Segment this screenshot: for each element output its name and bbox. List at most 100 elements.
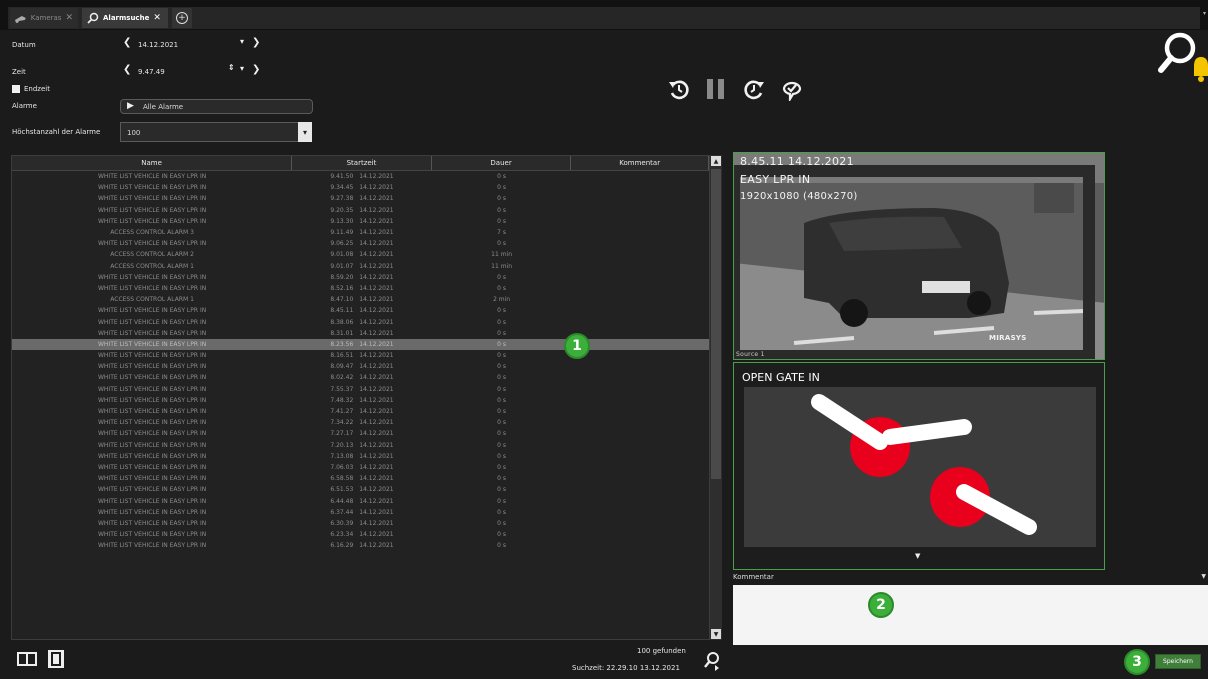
rewind-icon[interactable] bbox=[667, 77, 691, 101]
search-icon[interactable] bbox=[1158, 30, 1208, 84]
alarms-select[interactable]: ▶ Alle Alarme bbox=[120, 99, 313, 114]
close-icon[interactable]: ✕ bbox=[65, 13, 73, 23]
split-view-icon[interactable] bbox=[17, 652, 37, 666]
chevron-down-icon[interactable]: ▼ bbox=[915, 552, 920, 560]
cell-start-date: 14.12.2021 bbox=[359, 508, 394, 516]
table-row[interactable]: WHITE LIST VEHICLE IN EASY LPR IN 6.51.53… bbox=[12, 484, 709, 495]
alarm-ack-icon[interactable] bbox=[780, 77, 804, 101]
chevron-down-icon[interactable]: ▾ bbox=[1203, 10, 1206, 17]
table-scrollbar[interactable]: ▲ ▼ bbox=[710, 155, 722, 640]
time-prev-button[interactable]: ❮ bbox=[123, 64, 131, 75]
chevron-down-icon[interactable]: ▼ bbox=[1201, 573, 1206, 580]
add-tab-button[interactable]: + bbox=[172, 8, 192, 28]
table-row[interactable]: WHITE LIST VEHICLE IN EASY LPR IN 8.45.11… bbox=[12, 305, 709, 316]
table-row[interactable]: ACCESS CONTROL ALARM 3 9.11.49 14.12.2021 7… bbox=[12, 227, 709, 238]
cell-start-date: 14.12.2021 bbox=[359, 519, 394, 527]
table-row[interactable]: ACCESS CONTROL ALARM 2 9.01.08 14.12.2021 1… bbox=[12, 249, 709, 260]
time-field[interactable]: 9.47.49 bbox=[138, 68, 165, 76]
table-row[interactable]: WHITE LIST VEHICLE IN EASY LPR IN 9.41.50… bbox=[12, 171, 709, 182]
table-row[interactable]: WHITE LIST VEHICLE IN EASY LPR IN 7.34.22… bbox=[12, 417, 709, 428]
endtime-checkbox[interactable] bbox=[12, 85, 20, 93]
tab-cameras[interactable]: Kameras ✕ bbox=[10, 8, 78, 28]
table-row[interactable]: WHITE LIST VEHICLE IN EASY LPR IN 7.20.13… bbox=[12, 440, 709, 451]
cell-name: WHITE LIST VEHICLE IN EASY LPR IN bbox=[97, 419, 207, 427]
cell-name: ACCESS CONTROL ALARM 3 bbox=[110, 229, 194, 237]
comment-textarea[interactable] bbox=[733, 585, 1208, 645]
table-row[interactable]: WHITE LIST VEHICLE IN EASY LPR IN 9.34.45… bbox=[12, 182, 709, 193]
table-row[interactable]: WHITE LIST VEHICLE IN EASY LPR IN 8.16.51… bbox=[12, 350, 709, 361]
time-dropdown-icon[interactable]: ▾ bbox=[240, 64, 244, 73]
cell-start: 7.20.13 14.12.2021 bbox=[292, 442, 432, 449]
table-row[interactable]: WHITE LIST VEHICLE IN EASY LPR IN 7.13.08… bbox=[12, 451, 709, 462]
table-row[interactable]: WHITE LIST VEHICLE IN EASY LPR IN 8.23.56… bbox=[12, 338, 709, 350]
table-row[interactable]: WHITE LIST VEHICLE IN EASY LPR IN 8.09.47… bbox=[12, 361, 709, 372]
cell-duration: 0 s bbox=[497, 352, 507, 360]
time-next-button[interactable]: ❯ bbox=[252, 64, 260, 75]
table-row[interactable]: WHITE LIST VEHICLE IN EASY LPR IN 9.06.25… bbox=[12, 238, 709, 249]
scroll-up-icon[interactable]: ▲ bbox=[711, 156, 721, 166]
scroll-down-icon[interactable]: ▼ bbox=[711, 629, 721, 639]
cell-duration: 7 s bbox=[497, 229, 507, 237]
table-row[interactable]: WHITE LIST VEHICLE IN EASY LPR IN 7.55.37… bbox=[12, 384, 709, 395]
table-row[interactable]: WHITE LIST VEHICLE IN EASY LPR IN 7.27.17… bbox=[12, 428, 709, 439]
cell-name: ACCESS CONTROL ALARM 1 bbox=[110, 262, 194, 270]
video-preview[interactable]: 8.45.11 14.12.2021 EASY LPR IN 1920x1080… bbox=[733, 152, 1105, 360]
table-header: Name Startzeit Dauer Kommentar bbox=[12, 156, 709, 171]
cell-duration: 0 s bbox=[497, 430, 507, 438]
close-icon[interactable]: ✕ bbox=[153, 13, 161, 23]
table-row[interactable]: WHITE LIST VEHICLE IN EASY LPR IN 8.31.01… bbox=[12, 328, 709, 339]
date-dropdown-icon[interactable]: ▾ bbox=[240, 37, 244, 46]
open-gate-icon[interactable] bbox=[744, 387, 1096, 547]
column-header-start[interactable]: Startzeit bbox=[292, 156, 432, 170]
table-row[interactable]: WHITE LIST VEHICLE IN EASY LPR IN 7.48.32… bbox=[12, 395, 709, 406]
cell-start-time: 7.27.17 bbox=[330, 430, 354, 438]
column-header-name[interactable]: Name bbox=[12, 156, 293, 170]
cell-start: 6.37.44 14.12.2021 bbox=[292, 509, 432, 516]
table-row[interactable]: WHITE LIST VEHICLE IN EASY LPR IN 8.59.20… bbox=[12, 272, 709, 283]
table-row[interactable]: WHITE LIST VEHICLE IN EASY LPR IN 6.16.29… bbox=[12, 540, 709, 551]
time-spinner-icon[interactable]: ⇕ bbox=[228, 63, 235, 72]
cell-start: 9.13.30 14.12.2021 bbox=[292, 218, 432, 225]
table-row[interactable]: WHITE LIST VEHICLE IN EASY LPR IN 6.58.58… bbox=[12, 473, 709, 484]
save-button[interactable]: Speichern bbox=[1155, 654, 1201, 669]
pause-icon[interactable] bbox=[704, 77, 728, 101]
cell-start: 9.01.08 14.12.2021 bbox=[292, 251, 432, 258]
table-row[interactable]: WHITE LIST VEHICLE IN EASY LPR IN 9.27.38… bbox=[12, 193, 709, 204]
forward-icon[interactable] bbox=[742, 77, 766, 101]
cell-start-date: 14.12.2021 bbox=[359, 363, 394, 371]
tab-alarm-search[interactable]: Alarmsuche ✕ bbox=[82, 8, 168, 28]
table-row[interactable]: WHITE LIST VEHICLE IN EASY LPR IN 7.41.27… bbox=[12, 406, 709, 417]
table-row[interactable]: WHITE LIST VEHICLE IN EASY LPR IN 6.37.44… bbox=[12, 507, 709, 518]
scrollbar-thumb[interactable] bbox=[711, 169, 721, 479]
cell-name: WHITE LIST VEHICLE IN EASY LPR IN bbox=[97, 408, 207, 416]
cell-start-time: 6.37.44 bbox=[330, 508, 354, 516]
table-row[interactable]: ACCESS CONTROL ALARM 1 9.01.07 14.12.2021 1… bbox=[12, 261, 709, 272]
table-row[interactable]: WHITE LIST VEHICLE IN EASY LPR IN 9.13.30… bbox=[12, 216, 709, 227]
search-icon[interactable] bbox=[703, 651, 721, 671]
maxcount-select[interactable]: 100 bbox=[120, 122, 300, 142]
table-row[interactable]: WHITE LIST VEHICLE IN EASY LPR IN 7.06.03… bbox=[12, 462, 709, 473]
cell-duration: 0 s bbox=[497, 519, 507, 527]
cell-duration: 0 s bbox=[497, 240, 507, 248]
table-row[interactable]: ACCESS CONTROL ALARM 1 8.47.10 14.12.2021 2… bbox=[12, 294, 709, 305]
single-view-icon[interactable] bbox=[48, 650, 64, 668]
date-field[interactable]: 14.12.2021 bbox=[138, 41, 178, 49]
cell-duration: 0 s bbox=[497, 273, 507, 281]
maxcount-dropdown-button[interactable]: ▾ bbox=[298, 122, 312, 142]
cell-duration: 0 s bbox=[497, 195, 507, 203]
table-row[interactable]: WHITE LIST VEHICLE IN EASY LPR IN 8.52.16… bbox=[12, 283, 709, 294]
table-row[interactable]: WHITE LIST VEHICLE IN EASY LPR IN 6.23.34… bbox=[12, 529, 709, 540]
table-row[interactable]: WHITE LIST VEHICLE IN EASY LPR IN 8.02.42… bbox=[12, 372, 709, 383]
date-prev-button[interactable]: ❮ bbox=[123, 37, 131, 48]
column-header-duration[interactable]: Dauer bbox=[432, 156, 572, 170]
column-header-comment[interactable]: Kommentar bbox=[571, 156, 709, 170]
table-row[interactable]: WHITE LIST VEHICLE IN EASY LPR IN 9.20.35… bbox=[12, 205, 709, 216]
table-row[interactable]: WHITE LIST VEHICLE IN EASY LPR IN 6.44.48… bbox=[12, 495, 709, 506]
table-row[interactable]: WHITE LIST VEHICLE IN EASY LPR IN 6.30.39… bbox=[12, 518, 709, 529]
cell-start-date: 14.12.2021 bbox=[359, 173, 394, 181]
date-next-button[interactable]: ❯ bbox=[252, 37, 260, 48]
table-row[interactable]: WHITE LIST VEHICLE IN EASY LPR IN 8.38.06… bbox=[12, 316, 709, 327]
cell-start-time: 6.44.48 bbox=[330, 497, 354, 505]
cell-duration: 0 s bbox=[497, 531, 507, 539]
cell-start-date: 14.12.2021 bbox=[359, 475, 394, 483]
